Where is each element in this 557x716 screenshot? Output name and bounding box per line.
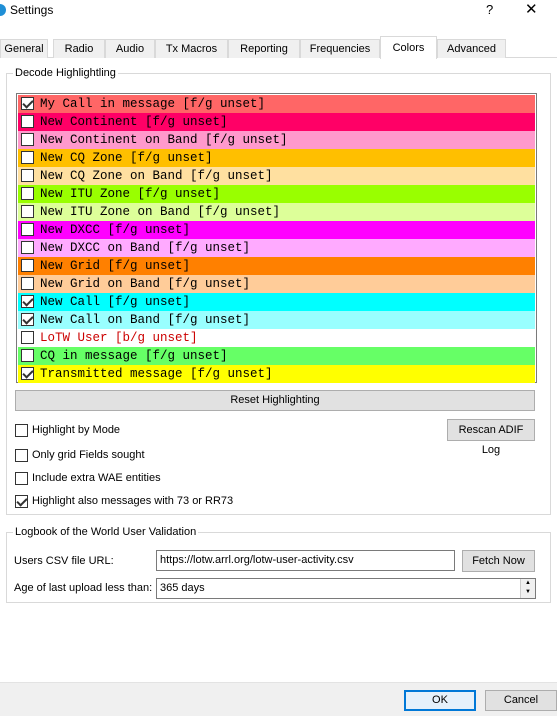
- rescan-adif-log-button[interactable]: Rescan ADIF Log: [447, 419, 535, 456]
- highlight-73-label: Highlight also messages with 73 or RR73: [32, 495, 234, 507]
- highlight-list-item[interactable]: CQ in message [f/g unset]: [18, 347, 535, 365]
- csv-url-input[interactable]: https://lotw.arrl.org/lotw-user-activity…: [156, 550, 455, 571]
- help-button[interactable]: ?: [486, 2, 493, 17]
- highlight-list-item[interactable]: New Call on Band [f/g unset]: [18, 311, 535, 329]
- highlight-73-checkbox[interactable]: [15, 495, 28, 508]
- highlight-item-checkbox[interactable]: [21, 367, 34, 380]
- highlight-item-checkbox[interactable]: [21, 205, 34, 218]
- highlight-item-label: New Grid on Band [f/g unset]: [40, 277, 251, 291]
- reset-highlighting-button[interactable]: Reset Highlighting: [15, 390, 535, 411]
- highlight-item-checkbox[interactable]: [21, 187, 34, 200]
- highlight-item-checkbox[interactable]: [21, 133, 34, 146]
- highlight-list-item[interactable]: LoTW User [b/g unset]: [18, 329, 535, 347]
- highlight-list-item[interactable]: New Call [f/g unset]: [18, 293, 535, 311]
- highlight-by-mode-checkbox[interactable]: [15, 424, 28, 437]
- highlight-list-item[interactable]: New DXCC [f/g unset]: [18, 221, 535, 239]
- highlight-list[interactable]: My Call in message [f/g unset] New Contin…: [16, 93, 537, 383]
- highlight-item-checkbox[interactable]: [21, 169, 34, 182]
- highlight-list-item[interactable]: New Grid [f/g unset]: [18, 257, 535, 275]
- highlight-item-checkbox[interactable]: [21, 259, 34, 272]
- include-wae-checkbox[interactable]: [15, 472, 28, 485]
- only-grid-fields-label: Only grid Fields sought: [32, 449, 145, 461]
- highlight-list-item[interactable]: New ITU Zone on Band [f/g unset]: [18, 203, 535, 221]
- highlight-item-checkbox[interactable]: [21, 97, 34, 110]
- highlight-item-label: New DXCC on Band [f/g unset]: [40, 241, 251, 255]
- age-value: 365 days: [160, 582, 205, 594]
- highlight-item-label: New Continent on Band [f/g unset]: [40, 133, 288, 147]
- highlight-item-label: New ITU Zone on Band [f/g unset]: [40, 205, 281, 219]
- highlight-item-label: Transmitted message [f/g unset]: [40, 367, 273, 381]
- include-wae-label: Include extra WAE entities: [32, 472, 161, 484]
- tab-radio[interactable]: Radio: [53, 39, 105, 58]
- highlight-item-label: New ITU Zone [f/g unset]: [40, 187, 221, 201]
- spin-up-icon[interactable]: ▲: [521, 579, 535, 588]
- ok-button[interactable]: OK: [404, 690, 476, 711]
- spin-down-icon[interactable]: ▼: [521, 588, 535, 597]
- fetch-now-button[interactable]: Fetch Now: [462, 550, 535, 572]
- cancel-button[interactable]: Cancel: [485, 690, 557, 711]
- highlight-item-checkbox[interactable]: [21, 331, 34, 344]
- highlight-list-item[interactable]: New CQ Zone on Band [f/g unset]: [18, 167, 535, 185]
- highlight-list-item[interactable]: New Grid on Band [f/g unset]: [18, 275, 535, 293]
- highlight-item-label: New DXCC [f/g unset]: [40, 223, 191, 237]
- highlight-item-checkbox[interactable]: [21, 223, 34, 236]
- highlight-list-item[interactable]: New DXCC on Band [f/g unset]: [18, 239, 535, 257]
- highlight-list-item[interactable]: New ITU Zone [f/g unset]: [18, 185, 535, 203]
- highlight-list-item[interactable]: My Call in message [f/g unset]: [18, 95, 535, 113]
- highlight-item-checkbox[interactable]: [21, 241, 34, 254]
- window-title: Settings: [10, 3, 54, 17]
- tab-general[interactable]: General: [0, 39, 48, 58]
- tab-tx-macros[interactable]: Tx Macros: [155, 39, 228, 58]
- highlight-item-label: New Call on Band [f/g unset]: [40, 313, 251, 327]
- tab-colors[interactable]: Colors: [380, 36, 437, 59]
- title-bar: Settings ? ✕: [0, 0, 557, 22]
- app-icon: [0, 4, 6, 16]
- age-spin-buttons[interactable]: ▲ ▼: [520, 579, 535, 598]
- tab-audio[interactable]: Audio: [105, 39, 155, 58]
- highlight-list-item[interactable]: New Continent on Band [f/g unset]: [18, 131, 535, 149]
- age-spinbox[interactable]: 365 days ▲ ▼: [156, 578, 536, 599]
- tab-reporting[interactable]: Reporting: [228, 39, 300, 58]
- lotw-legend: Logbook of the World User Validation: [15, 526, 197, 538]
- highlight-item-checkbox[interactable]: [21, 115, 34, 128]
- highlight-item-label: CQ in message [f/g unset]: [40, 349, 228, 363]
- csv-url-label: Users CSV file URL:: [14, 555, 114, 567]
- highlight-item-label: LoTW User [b/g unset]: [40, 331, 198, 345]
- dialog-footer: OK Cancel: [0, 682, 557, 716]
- tab-advanced[interactable]: Advanced: [437, 39, 506, 58]
- highlight-item-label: My Call in message [f/g unset]: [40, 97, 266, 111]
- highlight-item-checkbox[interactable]: [21, 277, 34, 290]
- highlight-list-item[interactable]: Transmitted message [f/g unset]: [18, 365, 535, 383]
- highlight-item-label: New Call [f/g unset]: [40, 295, 191, 309]
- highlight-item-checkbox[interactable]: [21, 151, 34, 164]
- highlight-item-label: New CQ Zone [f/g unset]: [40, 151, 213, 165]
- tab-frequencies[interactable]: Frequencies: [300, 39, 380, 58]
- age-label: Age of last upload less than:: [14, 582, 153, 594]
- highlight-item-label: New Grid [f/g unset]: [40, 259, 191, 273]
- highlight-list-item[interactable]: New CQ Zone [f/g unset]: [18, 149, 535, 167]
- highlight-item-checkbox[interactable]: [21, 295, 34, 308]
- highlight-item-checkbox[interactable]: [21, 349, 34, 362]
- highlight-item-label: New CQ Zone on Band [f/g unset]: [40, 169, 273, 183]
- tab-bar: General Radio Audio Tx Macros Reporting …: [0, 36, 557, 59]
- highlight-by-mode-label: Highlight by Mode: [32, 424, 121, 436]
- close-icon[interactable]: ✕: [525, 0, 538, 18]
- highlight-list-item[interactable]: New Continent [f/g unset]: [18, 113, 535, 131]
- only-grid-fields-checkbox[interactable]: [15, 449, 28, 462]
- decode-highlighting-legend: Decode Highlightling: [15, 67, 116, 79]
- highlight-item-label: New Continent [f/g unset]: [40, 115, 228, 129]
- highlight-item-checkbox[interactable]: [21, 313, 34, 326]
